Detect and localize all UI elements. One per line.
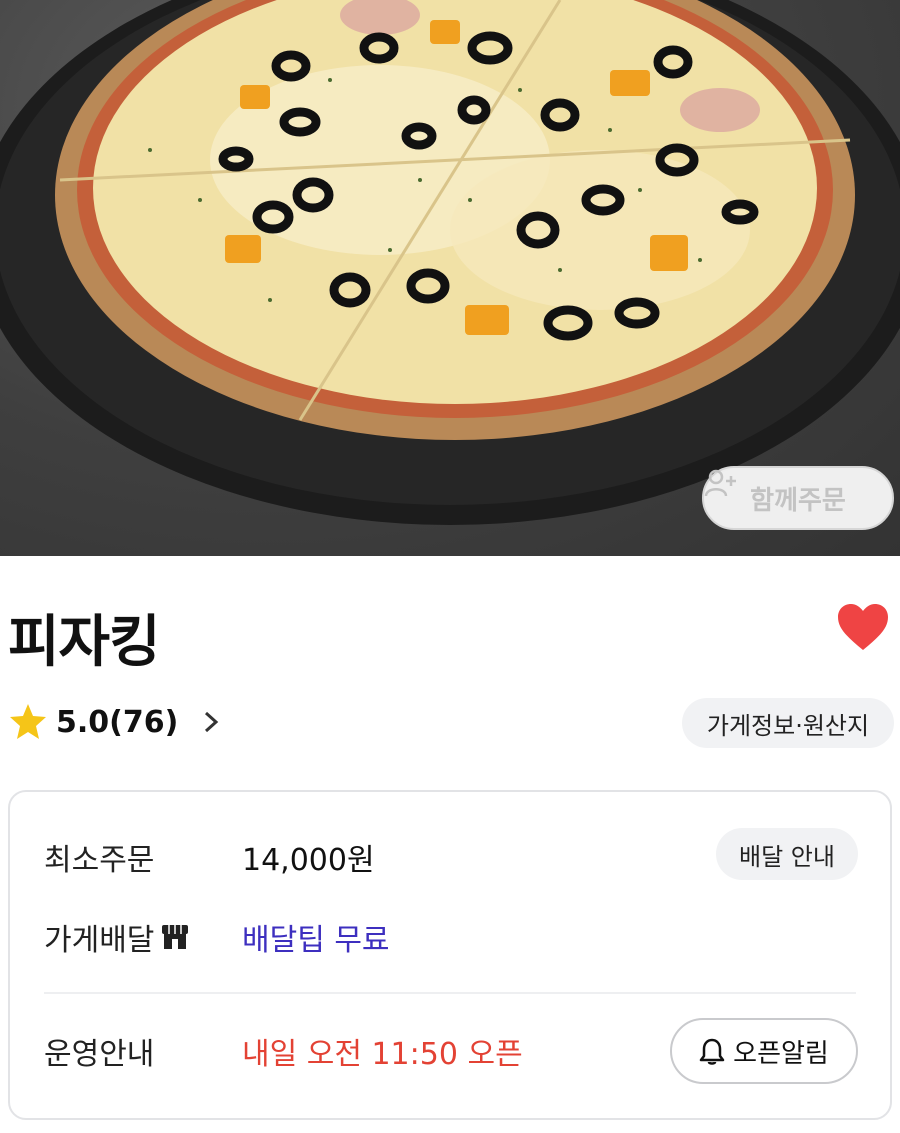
heart-icon[interactable] — [836, 602, 890, 652]
min-order-label: 최소주문 — [44, 843, 155, 878]
delivery-label-group: 가게배달 — [44, 915, 242, 959]
min-order-value: 14,000원 — [242, 843, 375, 878]
store-hero-image: 함께주문 — [0, 0, 900, 556]
card-divider — [44, 992, 856, 994]
open-time-value: 내일 오전 11:50 오픈 — [242, 1037, 523, 1072]
store-info-card: 최소주문 14,000원 배달 안내 가게배달 배달팁 무료 운영안내 내일 오… — [8, 790, 892, 1120]
rating-score: 5.0(76) — [56, 704, 179, 740]
group-order-label: 함께주문 — [750, 485, 846, 516]
open-alarm-button[interactable]: 오픈알림 — [670, 1018, 858, 1084]
add-person-icon — [704, 469, 736, 497]
delivery-tip-value: 배달팁 무료 — [242, 923, 390, 958]
bell-icon — [699, 1038, 725, 1065]
open-alarm-label: 오픈알림 — [733, 1038, 829, 1069]
store-icon — [162, 925, 189, 949]
chevron-right-icon — [205, 711, 219, 733]
star-icon — [10, 704, 46, 739]
rating-summary[interactable]: 5.0(76) — [8, 702, 222, 742]
group-order-button[interactable]: 함께주문 — [702, 466, 894, 530]
delivery-label: 가게배달 — [44, 923, 155, 958]
delivery-guide-button[interactable]: 배달 안내 — [716, 828, 858, 880]
store-name: 피자킹 — [8, 610, 161, 675]
hours-label: 운영안내 — [44, 1037, 155, 1072]
delivery-row: 가게배달 배달팁 무료 — [44, 914, 856, 960]
store-info-origin-button[interactable]: 가게정보·원산지 — [682, 698, 894, 748]
